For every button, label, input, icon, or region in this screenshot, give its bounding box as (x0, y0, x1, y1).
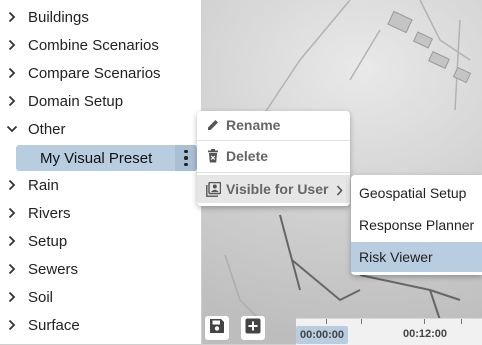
submenu-item-label: Risk Viewer (359, 249, 433, 265)
add-icon (245, 318, 261, 338)
delete-menu-item[interactable]: Delete (197, 142, 350, 170)
submenu-item-geospatial-setup[interactable]: Geospatial Setup (351, 178, 482, 208)
chevron-right-icon (6, 263, 18, 275)
tree-item-rain[interactable]: Rain (0, 173, 201, 197)
chevron-right-icon (6, 319, 18, 331)
tree-item-surface[interactable]: Surface (0, 313, 201, 337)
timeline-tick (361, 319, 362, 324)
save-icon (209, 318, 225, 338)
tree-item-label: Surface (28, 316, 80, 334)
tree-item-label: Sewers (28, 260, 79, 278)
timeline-tick (461, 319, 462, 324)
chevron-down-icon (6, 123, 18, 135)
menu-item-label: Visible for User (226, 181, 329, 197)
visible-for-user-menu-item[interactable]: Visible for User (197, 175, 350, 203)
rename-menu-item[interactable]: Rename (197, 111, 350, 139)
chevron-right-icon (6, 11, 18, 23)
tree-item-label: Rain (28, 176, 59, 194)
context-menu: Rename Delete Visible for User (197, 111, 350, 206)
chevron-right-icon (6, 179, 18, 191)
tree-item-label: Compare Scenarios (28, 64, 161, 82)
timeline-tick (424, 319, 425, 324)
submenu-item-response-planner[interactable]: Response Planner (351, 210, 482, 240)
add-button[interactable] (241, 316, 265, 340)
submenu-item-risk-viewer[interactable]: Risk Viewer (351, 242, 482, 272)
submenu-item-label: Response Planner (359, 217, 475, 233)
chevron-right-icon (6, 235, 18, 247)
tree-item-other[interactable]: Other (0, 117, 201, 141)
chevron-right-icon (6, 207, 18, 219)
menu-item-label: Delete (226, 148, 269, 164)
pencil-icon (205, 117, 221, 133)
chevron-right-icon (6, 95, 18, 107)
tree-item-domain-setup[interactable]: Domain Setup (0, 89, 201, 113)
timeline-tick-label: 00:12:00 (403, 328, 448, 340)
more-options-icon[interactable] (175, 145, 197, 171)
user-visibility-icon (205, 181, 221, 197)
tree-item-label: Other (28, 120, 66, 138)
menu-item-label: Rename (226, 117, 281, 133)
tree-item-label: My Visual Preset (40, 149, 153, 167)
tree-item-setup[interactable]: Setup (0, 229, 201, 253)
timeline-current-time[interactable]: 00:00:00 (296, 326, 349, 344)
trash-icon (205, 148, 221, 164)
tree-item-my-visual-preset[interactable]: My Visual Preset (16, 145, 197, 171)
timeline[interactable]: 00:00:00 00:12:00 (296, 318, 482, 345)
menu-divider (197, 172, 350, 173)
tree-item-buildings[interactable]: Buildings (0, 5, 201, 29)
visible-for-user-submenu: Geospatial Setup Response Planner Risk V… (351, 175, 482, 275)
timeline-tick (326, 319, 327, 324)
tree-item-compare-scenarios[interactable]: Compare Scenarios (0, 61, 201, 85)
save-button[interactable] (205, 316, 229, 340)
chevron-right-icon (336, 183, 343, 199)
tree-item-label: Setup (28, 232, 68, 250)
tree-item-rivers[interactable]: Rivers (0, 201, 201, 225)
tree-item-label: Rivers (28, 204, 71, 222)
chevron-right-icon (6, 39, 18, 51)
chevron-right-icon (6, 67, 18, 79)
tree-item-sewers[interactable]: Sewers (0, 257, 201, 281)
tree-item-label: Buildings (28, 8, 89, 26)
tree-item-label: Domain Setup (28, 92, 124, 110)
chevron-right-icon (6, 291, 18, 303)
tree-item-combine-scenarios[interactable]: Combine Scenarios (0, 33, 201, 57)
tree-item-soil[interactable]: Soil (0, 285, 201, 309)
tree-item-label: Soil (28, 288, 54, 306)
tree-item-label: Combine Scenarios (28, 36, 159, 54)
preset-tree-panel: Buildings Combine Scenarios Compare Scen… (0, 0, 202, 344)
menu-divider (197, 140, 350, 141)
submenu-item-label: Geospatial Setup (359, 185, 467, 201)
